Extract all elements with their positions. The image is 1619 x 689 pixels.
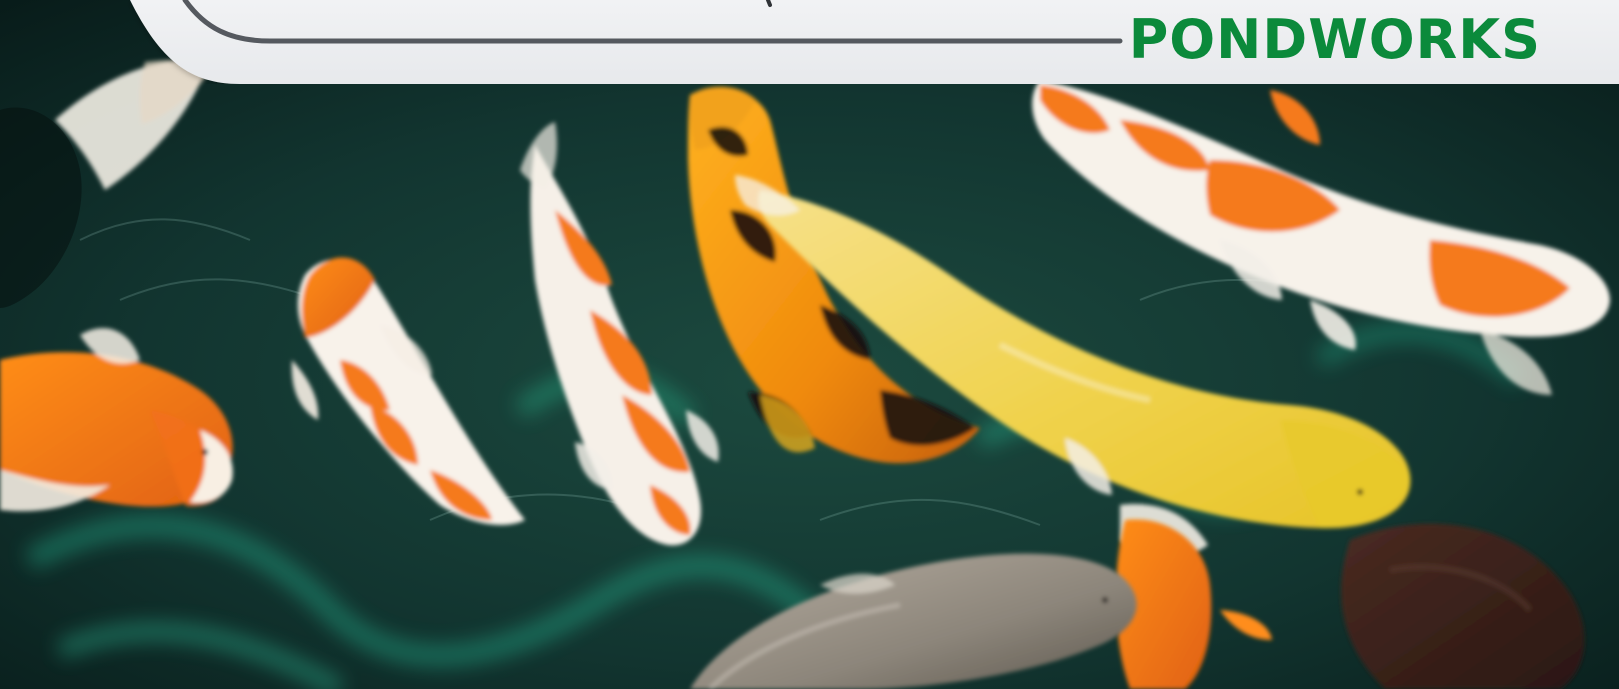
koi-pond-illustration [0,0,1619,689]
page: PONDWORKS [0,0,1619,689]
hero-image [0,0,1619,689]
brand-logo[interactable]: PONDWORKS [1129,12,1541,68]
top-header: PONDWORKS [0,0,1619,84]
